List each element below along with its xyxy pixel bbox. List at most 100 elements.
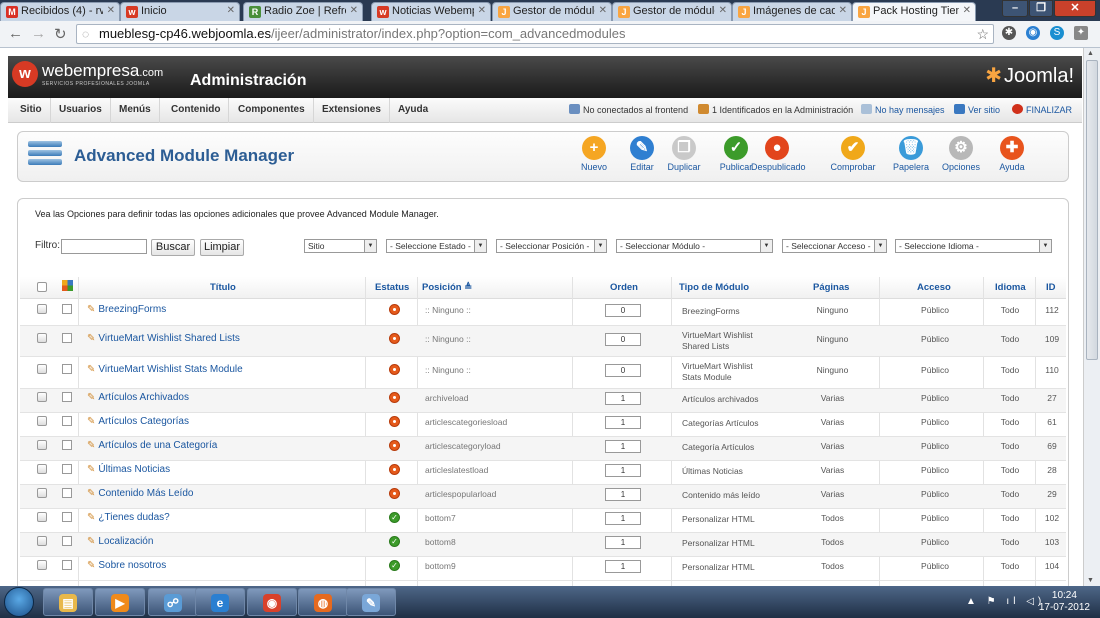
unpublished-status-icon[interactable]: [389, 488, 400, 499]
row-checkbox[interactable]: [37, 512, 47, 522]
close-tab-icon[interactable]: ✕: [478, 5, 486, 16]
row-checkbox[interactable]: [37, 536, 47, 546]
close-tab-icon[interactable]: ✕: [839, 5, 847, 16]
toolbar-button-duplicar[interactable]: ❐ Duplicar: [658, 136, 710, 172]
browser-tab[interactable]: w Inicio ✕: [120, 2, 240, 21]
close-tab-icon[interactable]: ✕: [963, 5, 971, 16]
bookmark-star-icon[interactable]: ☆: [976, 25, 989, 43]
messages-link[interactable]: No hay mensajes: [861, 98, 945, 123]
module-title-link[interactable]: ✎ VirtueMart Wishlist Stats Module: [87, 364, 243, 375]
module-title-link[interactable]: ✎ Contenido Más Leído: [87, 488, 193, 499]
order-input[interactable]: 1: [605, 536, 641, 549]
close-tab-icon[interactable]: ✕: [107, 5, 115, 16]
order-input[interactable]: 1: [605, 440, 641, 453]
reload-icon[interactable]: ↻: [54, 25, 67, 43]
select-state[interactable]: - Seleccione Estado - ▼: [386, 239, 487, 253]
taskbar-app[interactable]: ✎: [346, 588, 396, 616]
url-input[interactable]: ◌ mueblesg-cp46.webjoomla.es/ijeer/admin…: [76, 24, 994, 44]
taskbar-app[interactable]: ☍: [148, 588, 198, 616]
maximize-button[interactable]: ❐: [1029, 0, 1053, 17]
row-select-box[interactable]: [62, 560, 72, 570]
row-checkbox[interactable]: [37, 560, 47, 570]
published-check-icon[interactable]: ✓: [389, 512, 400, 523]
order-input[interactable]: 0: [605, 364, 641, 377]
taskbar-app[interactable]: e: [195, 588, 245, 616]
wrench-icon[interactable]: ✦: [1074, 26, 1088, 40]
forward-icon[interactable]: →: [31, 25, 46, 42]
filter-input[interactable]: [61, 239, 147, 254]
select-access[interactable]: - Seleccionar Acceso - ▼: [782, 239, 887, 253]
row-checkbox[interactable]: [37, 440, 47, 450]
browser-tab[interactable]: JImágenes de cader ✕: [732, 2, 852, 21]
menu-sitio[interactable]: Sitio: [12, 98, 51, 123]
unpublished-status-icon[interactable]: [389, 392, 400, 403]
select-all-checkbox[interactable]: [37, 282, 47, 292]
select-module[interactable]: - Seleccionar Módulo - ▼: [616, 239, 773, 253]
module-title-link[interactable]: ✎ BreezingForms: [87, 304, 166, 315]
select-position[interactable]: - Seleccionar Posición - ▼: [496, 239, 607, 253]
taskbar-app[interactable]: ▤: [43, 588, 93, 616]
row-checkbox[interactable]: [37, 392, 47, 402]
menu-ayuda[interactable]: Ayuda: [390, 98, 436, 123]
row-checkbox[interactable]: [37, 488, 47, 498]
minimize-button[interactable]: –: [1002, 0, 1028, 17]
taskbar-app[interactable]: ◍: [298, 588, 348, 616]
color-grid-icon[interactable]: [62, 280, 73, 291]
row-checkbox[interactable]: [37, 416, 47, 426]
taskbar-app[interactable]: ◉: [247, 588, 297, 616]
close-tab-icon[interactable]: ✕: [599, 5, 607, 16]
module-title-link[interactable]: ✎ Artículos de una Categoría: [87, 440, 217, 451]
clear-button[interactable]: Limpiar: [200, 239, 244, 256]
close-tab-icon[interactable]: ✕: [350, 5, 358, 16]
logout-link[interactable]: FINALIZAR: [1012, 98, 1072, 123]
module-title-link[interactable]: ✎ ¿Tienes dudas?: [87, 512, 170, 523]
row-select-box[interactable]: [62, 364, 72, 374]
menu-componentes[interactable]: Componentes: [230, 98, 314, 123]
unpublished-status-icon[interactable]: [389, 416, 400, 427]
browser-tab[interactable]: J Pack Hosting Tiend ✕: [852, 2, 976, 21]
unpublished-status-icon[interactable]: [389, 304, 400, 315]
toolbar-button-nuevo[interactable]: + Nuevo: [568, 136, 620, 172]
extension-bug-icon[interactable]: ✱: [1002, 26, 1016, 40]
extension-s-icon[interactable]: S: [1050, 26, 1064, 40]
browser-tab[interactable]: RRadio Zoe | Refresc ✕: [243, 2, 363, 21]
order-input[interactable]: 0: [605, 333, 641, 346]
order-input[interactable]: 1: [605, 488, 641, 501]
module-title-link[interactable]: ✎ Artículos Categorías: [87, 416, 189, 427]
toolbar-button-ayuda[interactable]: ✚ Ayuda: [986, 136, 1038, 172]
row-select-box[interactable]: [62, 392, 72, 402]
module-title-link[interactable]: ✎ Últimas Noticias: [87, 464, 170, 475]
order-input[interactable]: 1: [605, 464, 641, 477]
menu-menus[interactable]: Menús: [111, 98, 160, 123]
col-id[interactable]: ID: [1046, 282, 1056, 293]
select-language[interactable]: - Seleccione Idioma - ▼: [895, 239, 1052, 253]
order-input[interactable]: 1: [605, 416, 641, 429]
col-posicion[interactable]: Posición ≜: [422, 282, 472, 293]
row-select-box[interactable]: [62, 333, 72, 343]
clock[interactable]: 10:24 17-07-2012: [1039, 590, 1090, 614]
view-site-link[interactable]: Ver sitio: [954, 98, 1000, 123]
published-check-icon[interactable]: ✓: [389, 560, 400, 571]
select-site[interactable]: Sitio ▼: [304, 239, 377, 253]
published-check-icon[interactable]: ✓: [389, 536, 400, 547]
unpublished-status-icon[interactable]: [389, 440, 400, 451]
toolbar-button-comprobar[interactable]: ✔ Comprobar: [827, 136, 879, 172]
row-select-box[interactable]: [62, 512, 72, 522]
close-window-button[interactable]: ✕: [1054, 0, 1096, 17]
unpublished-status-icon[interactable]: [389, 464, 400, 475]
scrollbar-thumb[interactable]: [1086, 60, 1098, 360]
page-scrollbar[interactable]: ▲ ▼: [1083, 48, 1100, 586]
row-select-box[interactable]: [62, 536, 72, 546]
unpublished-status-icon[interactable]: [389, 364, 400, 375]
row-select-box[interactable]: [62, 304, 72, 314]
toolbar-button-despublicado[interactable]: ● Despublicado: [751, 136, 806, 172]
col-tipo[interactable]: Tipo de Módulo: [679, 282, 749, 293]
toolbar-button-opciones[interactable]: ⚙ Opciones: [935, 136, 987, 172]
col-paginas[interactable]: Páginas: [813, 282, 849, 293]
col-estatus[interactable]: Estatus: [375, 282, 409, 293]
browser-tab[interactable]: MRecibidos (4) - rver ✕: [0, 2, 120, 21]
module-title-link[interactable]: ✎ VirtueMart Wishlist Shared Lists: [87, 333, 240, 344]
menu-contenido[interactable]: Contenido: [163, 98, 230, 123]
row-select-box[interactable]: [62, 440, 72, 450]
col-orden[interactable]: Orden: [610, 282, 638, 293]
